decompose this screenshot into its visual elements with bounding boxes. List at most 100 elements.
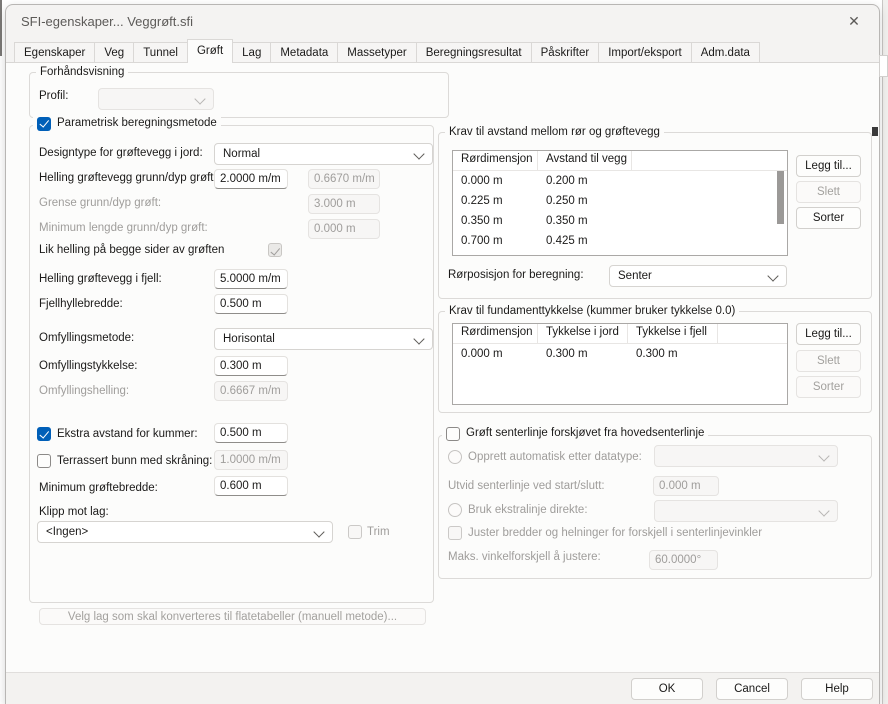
omfyllingsmetode-value: Horisontal	[223, 333, 275, 345]
grense-input	[308, 194, 380, 214]
omfyllingshelling-label: Omfyllingshelling:	[39, 383, 129, 399]
direct-extraline-radio	[448, 503, 462, 517]
table-row[interactable]: 0.000 m 0.200 m	[453, 171, 787, 191]
omfyllingstykkelse-label: Omfyllingstykkelse:	[39, 358, 137, 374]
helling-fjell-label: Helling grøftevegg i fjell:	[39, 271, 162, 287]
table-row[interactable]: 0.225 m 0.250 m	[453, 191, 787, 211]
tab-groft[interactable]: Grøft	[187, 39, 233, 63]
table-row[interactable]: 0.700 m 0.425 m	[453, 231, 787, 251]
tab-massetyper[interactable]: Massetyper	[337, 42, 416, 63]
fjellhylle-label: Fjellhyllebredde:	[39, 296, 123, 312]
table-row[interactable]: 0.000 m 0.300 m 0.300 m	[453, 344, 787, 364]
tab-lag[interactable]: Lag	[232, 42, 271, 63]
parametric-checkbox[interactable]	[37, 117, 51, 131]
column-header-tykkelse-fjell[interactable]: Tykkelse i fjell	[628, 324, 718, 343]
designtype-dropdown[interactable]: Normal	[214, 143, 433, 165]
min-lengde-input	[308, 219, 380, 239]
adjust-widths-label: Juster bredder og helninger for forskjel…	[468, 525, 762, 541]
distance-table-header: Rørdimensjon Avstand til vegg	[453, 151, 787, 171]
foundation-table[interactable]: Rørdimensjon Tykkelse i jord Tykkelse i …	[452, 323, 788, 405]
scrollbar-thumb[interactable]	[777, 171, 784, 224]
column-header-tykkelse-jord[interactable]: Tykkelse i jord	[538, 324, 628, 343]
table-row[interactable]: 1.200 m 0.500 m	[453, 251, 787, 256]
terrassert-label: Terrassert bunn med skråning:	[57, 453, 212, 469]
lik-helling-label: Lik helling på begge sider av grøften	[39, 242, 224, 258]
sfi-properties-dialog: SFI-egenskaper... Veggrøft.sfi ✕ Egenska…	[5, 4, 880, 704]
ekstra-avstand-checkbox[interactable]	[37, 427, 51, 441]
omfyllingsmetode-label: Omfyllingsmetode:	[39, 330, 134, 346]
extend-centerline-input	[653, 476, 719, 496]
terrassert-input	[214, 450, 288, 470]
close-button[interactable]: ✕	[839, 9, 869, 33]
profil-dropdown	[98, 88, 214, 110]
foundation-delete-button: Slett	[796, 350, 861, 372]
tab-bar: Egenskaper Veg Tunnel Grøft Lag Metadata…	[14, 39, 759, 63]
tab-tunnel[interactable]: Tunnel	[133, 42, 188, 63]
distance-add-button[interactable]: Legg til...	[796, 155, 861, 177]
column-header-filler	[718, 324, 787, 343]
column-header-rordimensjon[interactable]: Rørdimensjon	[453, 151, 538, 170]
grense-label: Grense grunn/dyp grøft:	[39, 195, 161, 211]
omfyllingsmetode-dropdown[interactable]: Horisontal	[214, 328, 433, 350]
ok-button[interactable]: OK	[631, 678, 703, 700]
fjellhylle-input[interactable]	[214, 294, 288, 314]
terrassert-checkbox[interactable]	[37, 454, 51, 468]
tab-admdata[interactable]: Adm.data	[691, 42, 760, 63]
cancel-button[interactable]: Cancel	[716, 678, 788, 700]
designtype-label: Designtype for grøftevegg i jord:	[39, 145, 203, 161]
tab-veg[interactable]: Veg	[94, 42, 134, 63]
helling-jord-label: Helling grøftevegg grunn/dyp grøft:	[39, 170, 217, 186]
omfyllingstykkelse-input[interactable]	[214, 356, 288, 376]
title-bar: SFI-egenskaper... Veggrøft.sfi ✕	[6, 5, 879, 39]
parametric-group-label: Parametrisk beregningsmetode	[57, 116, 217, 131]
chevron-down-icon	[194, 93, 205, 104]
rorposisjon-dropdown[interactable]: Senter	[609, 265, 787, 287]
foundation-add-button[interactable]: Legg til...	[796, 323, 861, 345]
omfyllingshelling-input	[214, 381, 288, 401]
background-window-fragment	[879, 55, 888, 77]
chevron-down-icon	[413, 148, 424, 159]
tab-beregningsresultat[interactable]: Beregningsresultat	[416, 42, 532, 63]
foundation-table-header: Rørdimensjon Tykkelse i jord Tykkelse i …	[453, 324, 787, 344]
foundation-sort-button: Sorter	[796, 376, 861, 398]
helling-jord-secondary-input	[308, 169, 380, 189]
preview-group-label: Forhåndsvisning	[36, 65, 128, 80]
trim-label: Trim	[367, 524, 390, 540]
auto-datatype-dropdown	[654, 445, 838, 467]
distance-table[interactable]: Rørdimensjon Avstand til vegg 0.000 m 0.…	[452, 150, 788, 256]
profil-label: Profil:	[39, 88, 68, 104]
min-groftebredde-label: Minimum grøftebredde:	[39, 480, 158, 496]
trim-checkbox	[348, 525, 362, 539]
direct-extraline-label: Bruk ekstralinje direkte:	[468, 502, 588, 518]
auto-datatype-label: Opprett automatisk etter datatype:	[468, 449, 642, 465]
klipp-mot-lag-value: <Ingen>	[46, 526, 88, 538]
tab-metadata[interactable]: Metadata	[270, 42, 338, 63]
chevron-down-icon	[313, 526, 324, 537]
tab-egenskaper[interactable]: Egenskaper	[14, 42, 95, 63]
helling-fjell-input[interactable]	[214, 269, 288, 289]
chevron-down-icon	[413, 333, 424, 344]
table-row[interactable]: 0.350 m 0.350 m	[453, 211, 787, 231]
distance-delete-button: Slett	[796, 181, 861, 203]
tab-import-eksport[interactable]: Import/eksport	[598, 42, 692, 63]
preview-group: Forhåndsvisning	[29, 72, 449, 118]
klipp-mot-lag-dropdown[interactable]: <Ingen>	[37, 521, 333, 543]
convert-layers-button: Velg lag som skal konverteres til flatet…	[39, 608, 426, 625]
ekstra-avstand-label: Ekstra avstand for kummer:	[57, 426, 198, 442]
tab-paskrifter[interactable]: Påskrifter	[531, 42, 600, 63]
auto-datatype-radio	[448, 450, 462, 464]
min-groftebredde-input[interactable]	[214, 476, 288, 496]
chevron-down-icon	[767, 270, 778, 281]
offset-group-label: Grøft senterlinje forskjøvet fra hovedse…	[466, 426, 704, 441]
max-angle-input	[649, 550, 718, 570]
foundation-group-label: Krav til fundamenttykkelse (kummer bruke…	[445, 304, 739, 319]
ekstra-avstand-input[interactable]	[214, 423, 288, 443]
helling-jord-input[interactable]	[214, 169, 288, 189]
help-button[interactable]: Help	[801, 678, 873, 700]
background-window-left-edge	[0, 0, 2, 56]
column-header-avstand[interactable]: Avstand til vegg	[538, 151, 632, 170]
offset-checkbox[interactable]	[446, 427, 460, 441]
distance-sort-button[interactable]: Sorter	[796, 207, 861, 229]
klipp-mot-lag-label: Klipp mot lag:	[39, 504, 109, 520]
column-header-rordimensjon[interactable]: Rørdimensjon	[453, 324, 538, 343]
